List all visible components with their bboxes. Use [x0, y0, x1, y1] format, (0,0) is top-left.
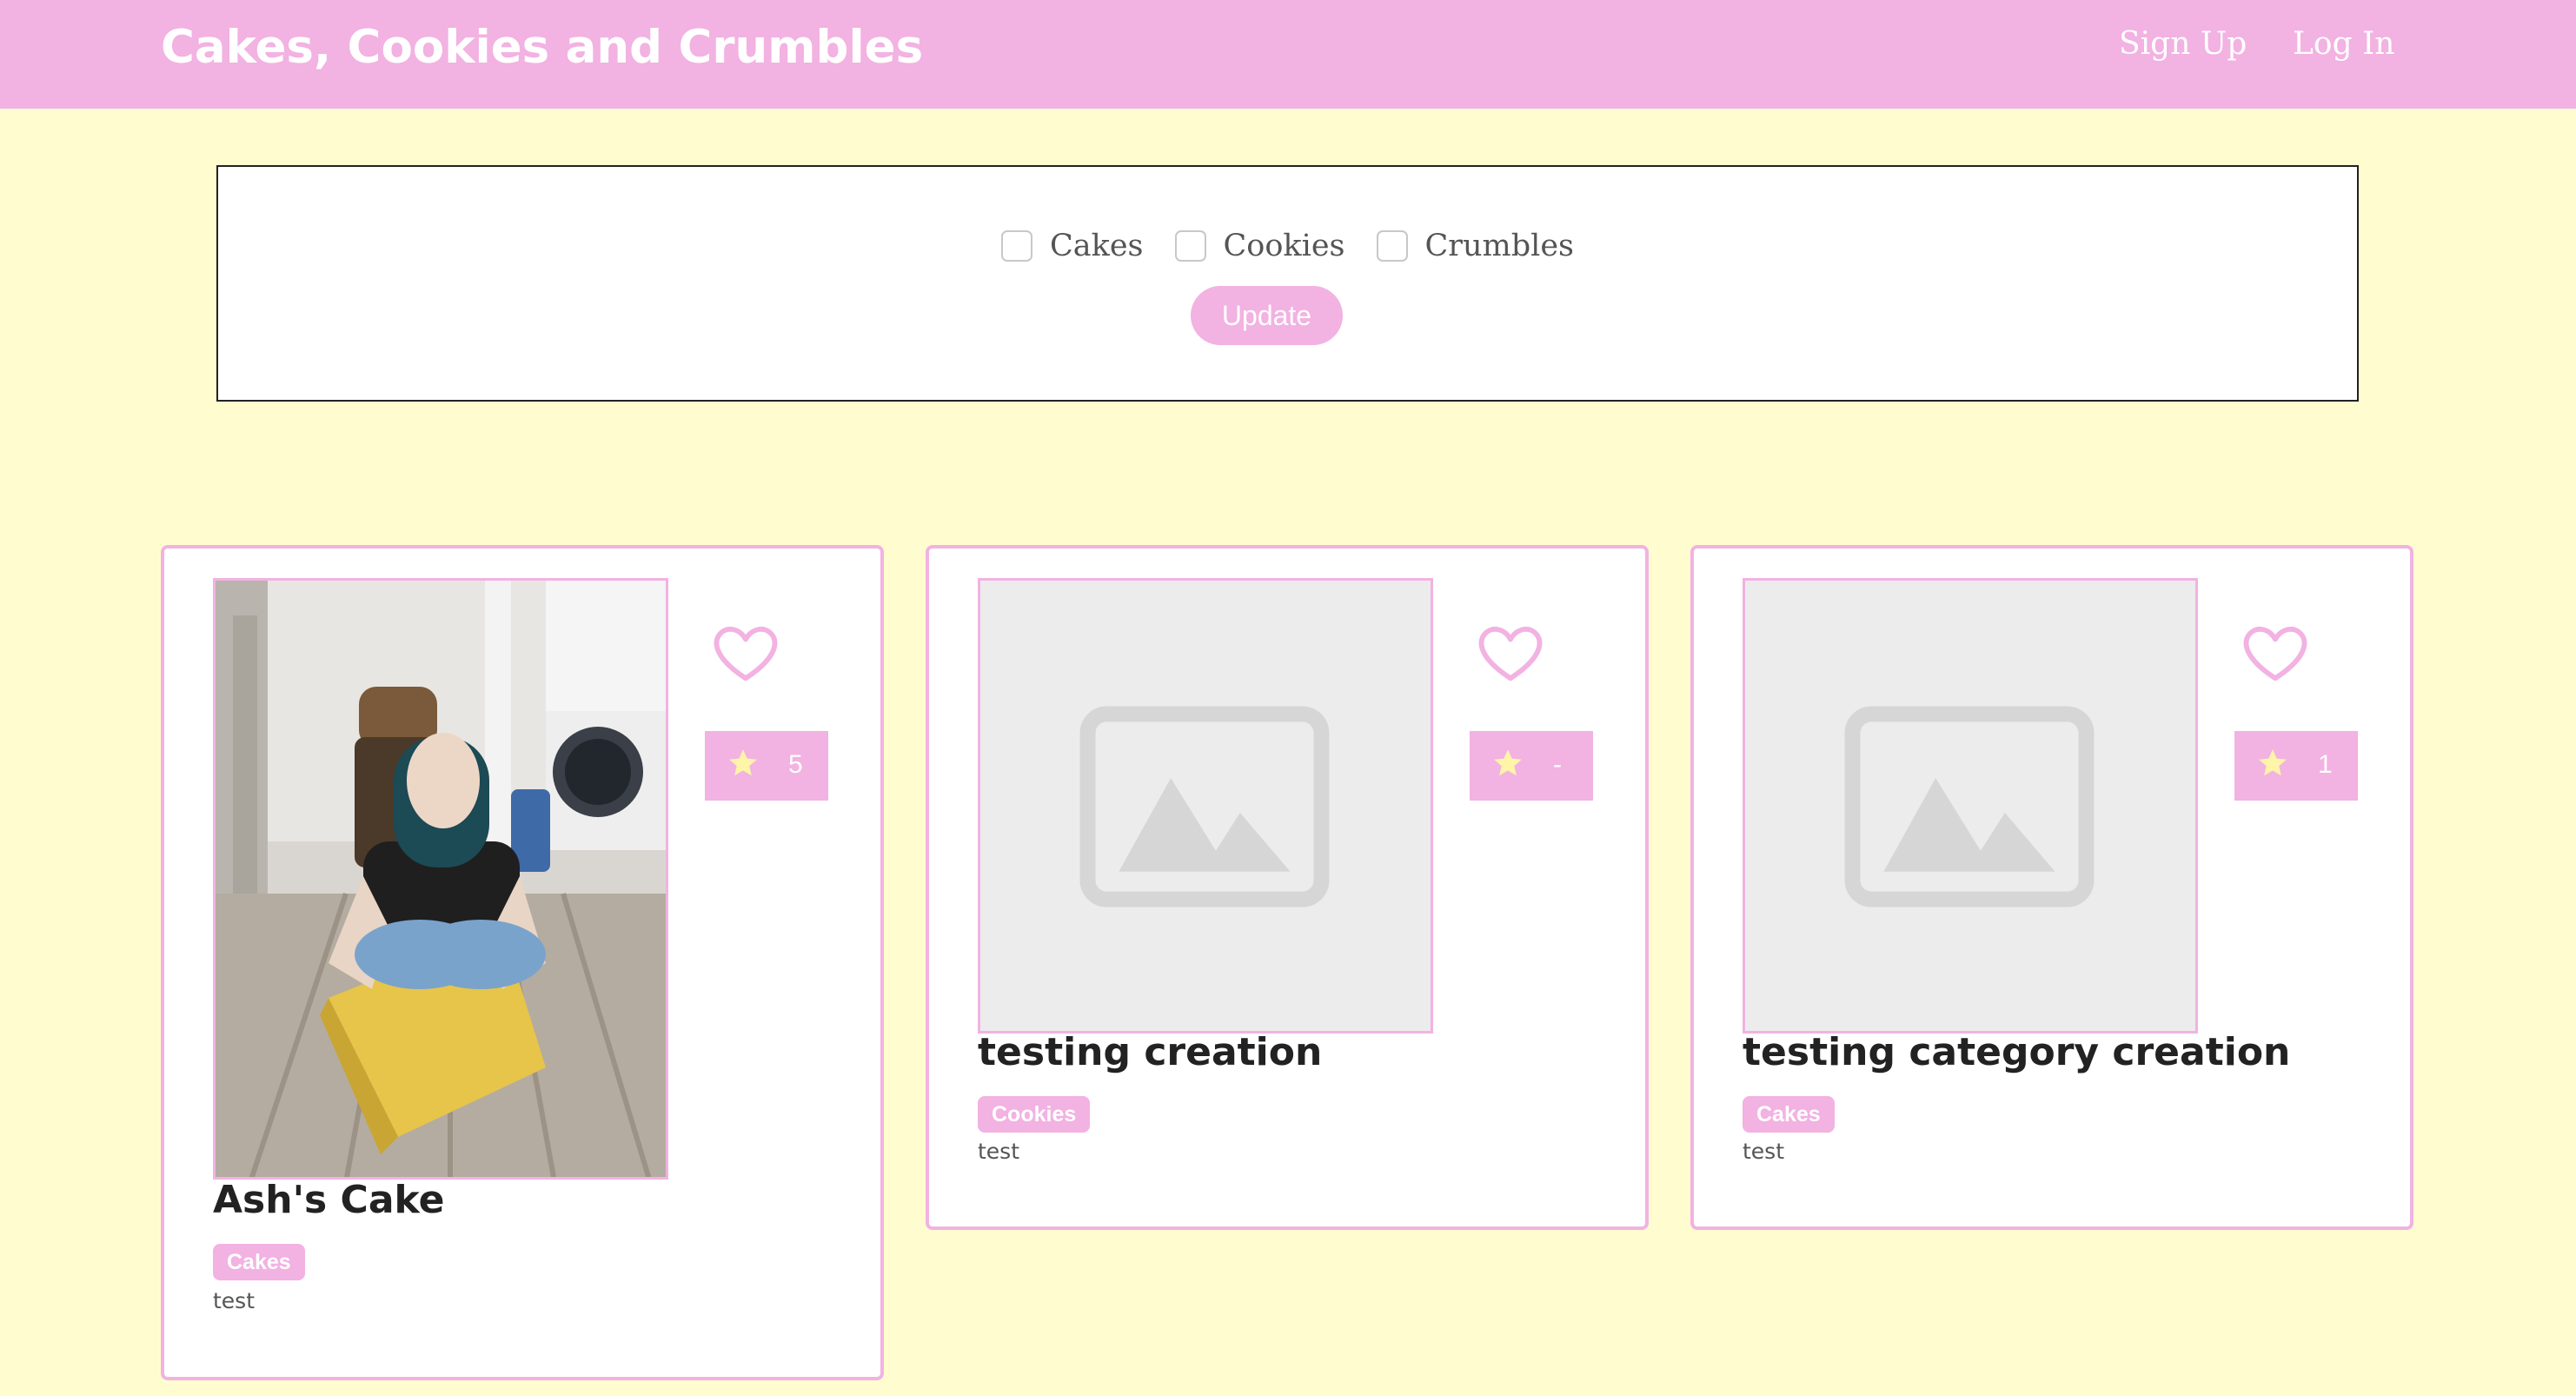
cakes-checkbox[interactable]	[1000, 230, 1032, 262]
rating-value: -	[1553, 750, 1562, 779]
heart-icon[interactable]	[2241, 623, 2309, 684]
image-placeholder-icon	[1844, 706, 2095, 907]
recipe-card: 5 Ash's Cake Cakes test	[161, 545, 884, 1380]
cookies-checkbox-label[interactable]: Cookies	[1224, 229, 1345, 263]
card-title: Ash's Cake	[213, 1178, 445, 1222]
recipe-card: 1 testing category creation Cakes test	[1690, 545, 2413, 1230]
category-badge: Cakes	[213, 1244, 305, 1280]
brand-title[interactable]: Cakes, Cookies and Crumbles	[161, 21, 923, 74]
category-checkbox-row: Cakes Cookies Crumbles	[218, 229, 2357, 263]
crumbles-checkbox-label[interactable]: Crumbles	[1425, 229, 1575, 263]
category-badge: Cookies	[978, 1096, 1091, 1133]
rating-value: 1	[2318, 750, 2333, 779]
card-description: test	[213, 1288, 256, 1313]
navbar: Cakes, Cookies and Crumbles Sign Up Log …	[0, 0, 2576, 109]
crumbles-checkbox[interactable]	[1376, 230, 1408, 262]
rating-badge: 5	[705, 731, 828, 801]
filter-cookies[interactable]: Cookies	[1174, 229, 1345, 263]
sign-up-link[interactable]: Sign Up	[2119, 26, 2247, 62]
update-button[interactable]: Update	[1191, 286, 1343, 345]
recipe-photo[interactable]	[1743, 578, 2198, 1034]
card-title: testing category creation	[1743, 1030, 2291, 1074]
star-icon	[729, 749, 757, 776]
recipe-card: - testing creation Cookies test	[926, 545, 1649, 1230]
heart-icon[interactable]	[1477, 623, 1544, 684]
star-icon	[1494, 749, 1522, 776]
category-filter-panel: Cakes Cookies Crumbles Update	[216, 165, 2359, 402]
log-in-link[interactable]: Log In	[2293, 26, 2394, 62]
rating-value: 5	[788, 750, 803, 779]
photo-person-in-box	[216, 581, 666, 1177]
recipe-photo[interactable]	[978, 578, 1433, 1034]
filter-cakes[interactable]: Cakes	[1000, 229, 1144, 263]
image-placeholder-icon	[1079, 706, 1330, 907]
rating-badge: -	[1470, 731, 1593, 801]
card-description: test	[978, 1139, 1020, 1164]
heart-icon[interactable]	[712, 623, 780, 684]
cookies-checkbox[interactable]	[1174, 230, 1206, 262]
card-description: test	[1743, 1139, 1785, 1164]
category-badge: Cakes	[1743, 1096, 1835, 1133]
filter-crumbles[interactable]: Crumbles	[1376, 229, 1575, 263]
recipe-photo[interactable]	[213, 578, 668, 1180]
card-title: testing creation	[978, 1030, 1323, 1074]
star-icon	[2259, 749, 2287, 776]
cakes-checkbox-label[interactable]: Cakes	[1050, 229, 1144, 263]
rating-badge: 1	[2234, 731, 2358, 801]
